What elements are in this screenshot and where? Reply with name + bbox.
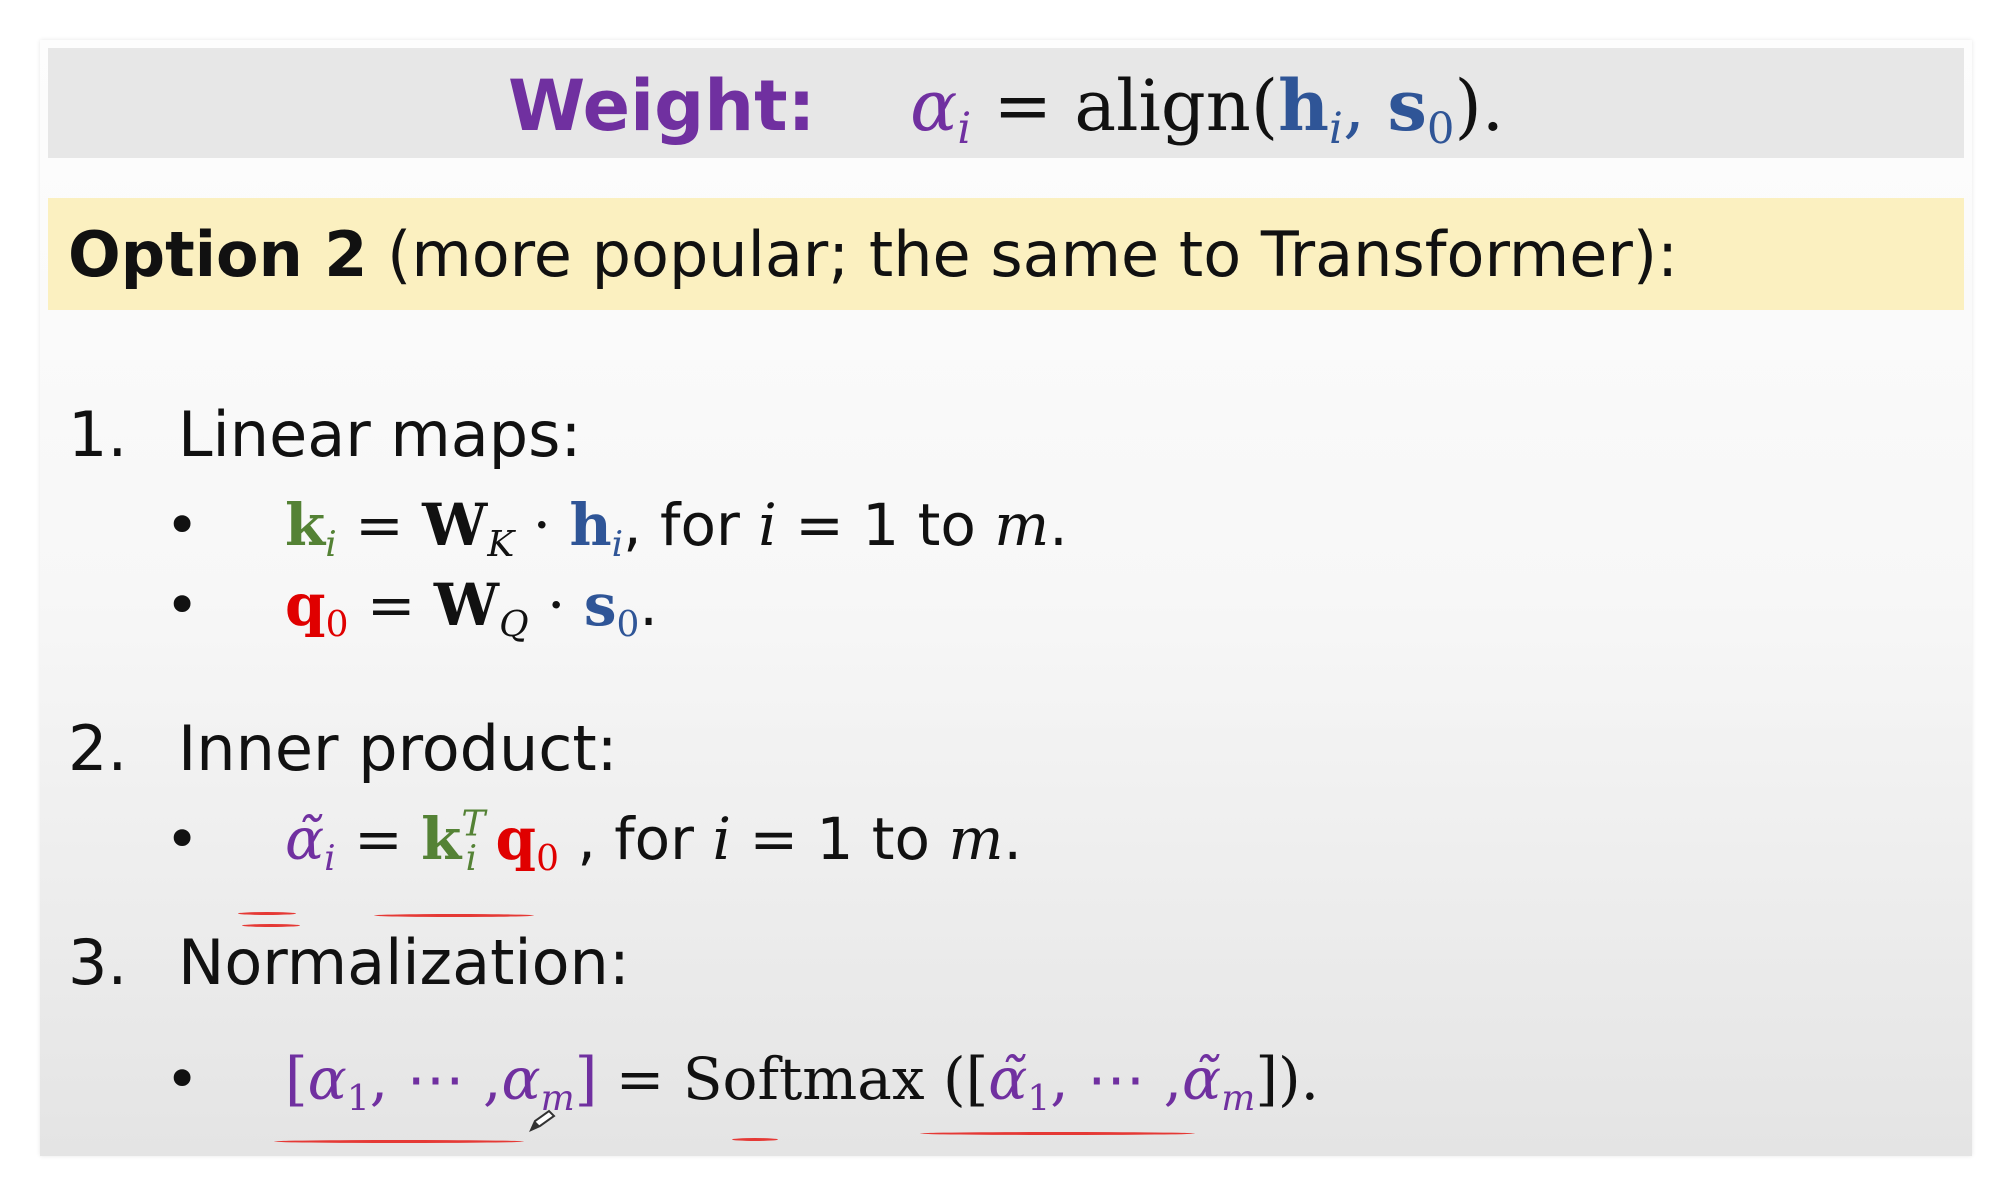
item-number: 2.	[68, 712, 128, 785]
h-i: hi	[569, 491, 624, 565]
item-number: 1.	[68, 398, 128, 471]
bullet-softmax: • [α1, ⋯ ,αm] = Softmax ([α̃1, ⋯ ,α̃m]).	[165, 1044, 1320, 1119]
item-label: Linear maps:	[178, 398, 582, 471]
period: .	[1049, 491, 1068, 559]
alpha-tilde-vector: α̃1, ⋯ ,α̃m	[988, 1045, 1256, 1119]
open-bracket: ([	[942, 1045, 989, 1113]
slide: Weight: αi = align(hi, s0). Option 2 (mo…	[40, 40, 1972, 1156]
equals-sign: =	[355, 491, 404, 559]
bullet-dot: •	[165, 805, 200, 873]
bullet-dot: •	[165, 571, 200, 639]
softmax-func: Softmax	[682, 1045, 925, 1113]
k-i: ki	[285, 491, 337, 565]
s-0: s0	[583, 571, 640, 645]
for-text: , for	[623, 491, 740, 559]
var-i: i	[712, 805, 731, 873]
annotation-underline	[238, 912, 296, 915]
annotation-underline	[242, 924, 300, 927]
q-0: q0	[285, 571, 349, 645]
item-number: 3.	[68, 926, 128, 999]
annotation-underline	[374, 914, 534, 917]
annotation-underline	[920, 1132, 1195, 1135]
item-linear-maps: 1. Linear maps:	[68, 398, 581, 472]
bullet-dot: •	[165, 491, 200, 559]
bullet-inner-product: • α̃i = kTi q0 , for i = 1 to m.	[165, 803, 1022, 879]
option-desc: (more popular; the same to Transformer):	[387, 218, 1678, 291]
close-bracket: ]).	[1255, 1045, 1320, 1113]
period: .	[639, 571, 658, 639]
dot-operator: ·	[546, 571, 566, 639]
weight-label: Weight:	[507, 65, 816, 147]
range-text: = 1 to	[795, 491, 976, 559]
option-heading: Option 2 (more popular; the same to Tran…	[68, 220, 1678, 290]
alpha-tilde-i: α̃i	[285, 805, 336, 879]
q-0: q0	[495, 805, 559, 879]
annotation-underline	[732, 1138, 778, 1141]
comma: ,	[1342, 65, 1366, 147]
equals-sign: =	[615, 1045, 665, 1113]
close-paren: ).	[1454, 65, 1505, 147]
alpha-i: αi	[910, 65, 972, 155]
annotation-underline	[274, 1140, 524, 1143]
var-i: i	[758, 491, 777, 559]
item-label: Inner product:	[178, 712, 618, 785]
alpha-vector: [α1, ⋯ ,αm]	[285, 1045, 598, 1119]
W-K: WK	[422, 491, 515, 565]
item-inner-product: 2. Inner product:	[68, 712, 618, 786]
item-normalization: 3. Normalization:	[68, 926, 630, 1000]
bullet-dot: •	[165, 1045, 200, 1113]
bullet-key-map: • ki = WK · hi, for i = 1 to m.	[165, 490, 1068, 565]
var-m: m	[948, 805, 1004, 873]
h-i: hi	[1278, 64, 1343, 155]
equals-sign: =	[993, 65, 1053, 147]
dot-operator: ·	[532, 491, 552, 559]
item-label: Normalization:	[178, 926, 630, 999]
option-bold: Option 2	[68, 218, 368, 291]
equals-sign: =	[354, 805, 403, 873]
period: .	[1003, 805, 1022, 873]
bullet-query-map: • q0 = WQ · s0.	[165, 570, 658, 645]
align-func: align(	[1074, 65, 1279, 147]
pen-cursor-icon	[529, 1109, 556, 1132]
s-0: s0	[1387, 64, 1455, 155]
equals-sign: =	[366, 571, 416, 639]
option-highlight: Option 2 (more popular; the same to Tran…	[48, 198, 1964, 310]
title-bar: Weight: αi = align(hi, s0).	[48, 48, 1964, 158]
weight-formula: Weight: αi = align(hi, s0).	[48, 64, 1964, 155]
var-m: m	[994, 491, 1050, 559]
W-Q: WQ	[433, 571, 529, 645]
k-i-transpose: kTi	[421, 803, 486, 879]
for-text: , for	[577, 805, 694, 873]
range-text: = 1 to	[749, 805, 931, 873]
